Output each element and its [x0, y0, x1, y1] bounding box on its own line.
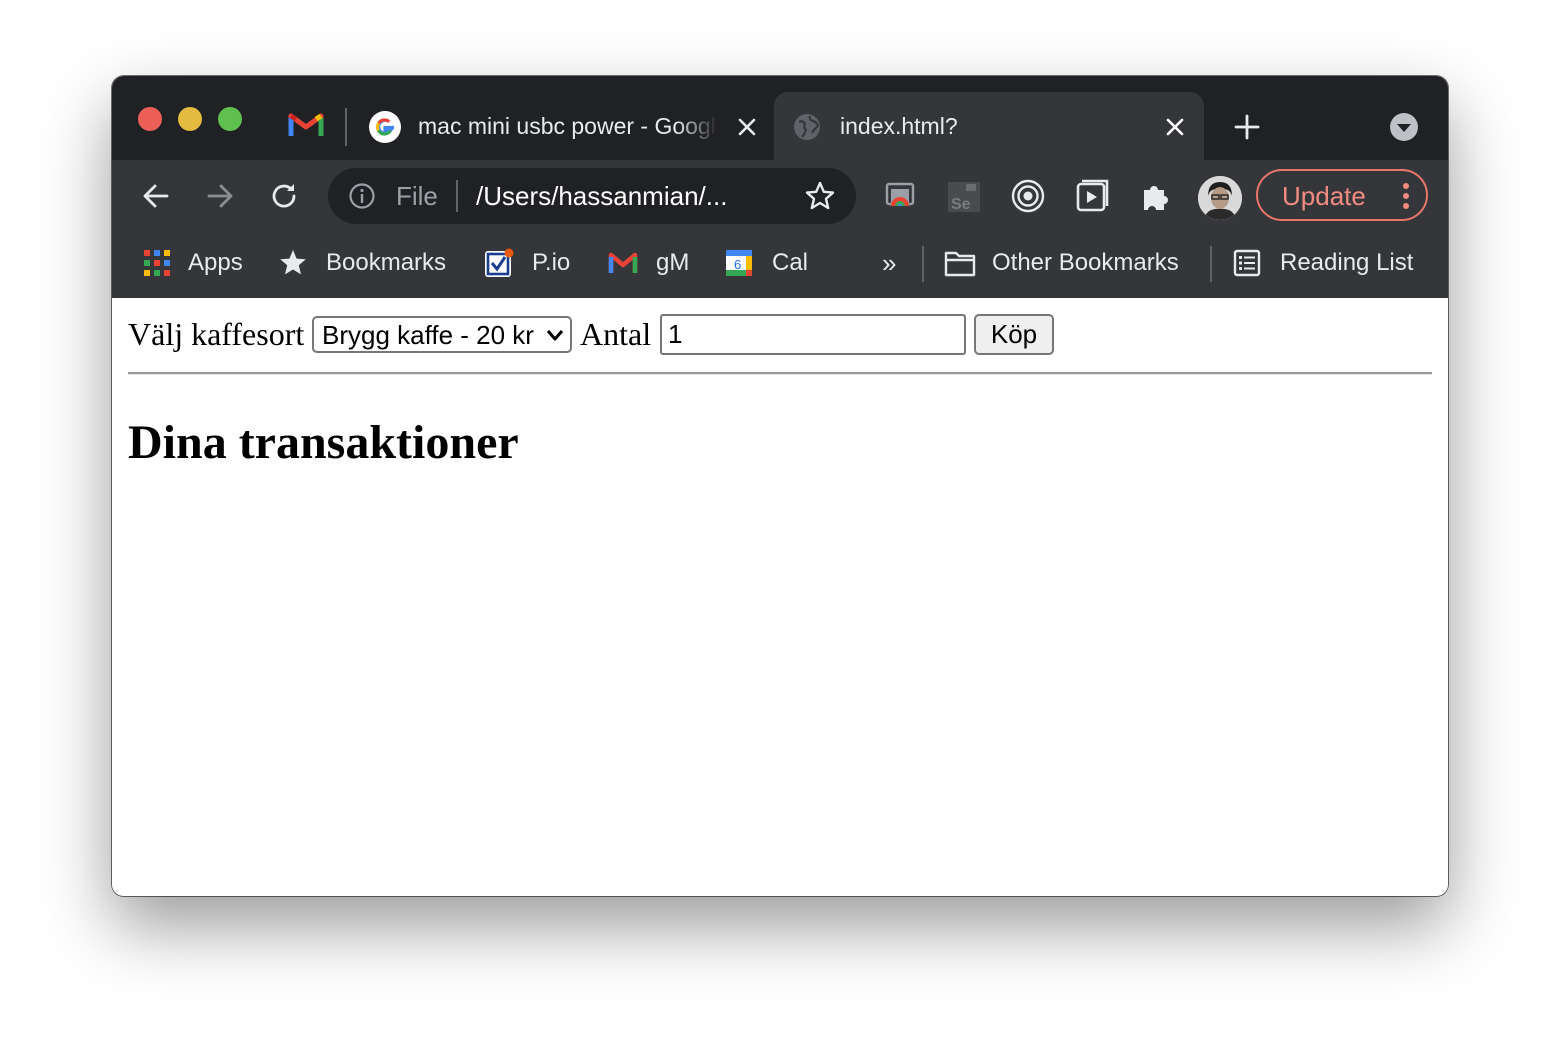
google-g-icon — [369, 111, 401, 143]
other-bookmarks-folder[interactable]: Other Bookmarks — [944, 246, 1194, 280]
svg-text:Se: Se — [951, 196, 971, 213]
bookmark-label: P.io — [532, 249, 571, 276]
calendar-icon: 6 — [726, 250, 752, 276]
new-tab-plus-icon[interactable] — [1234, 114, 1260, 140]
tab-search-chevron-icon[interactable] — [1389, 112, 1419, 142]
bookmarks-overflow-chevron[interactable]: » — [882, 246, 896, 280]
close-icon[interactable] — [1164, 116, 1186, 138]
reload-icon[interactable] — [268, 180, 300, 212]
omnibox-divider — [456, 180, 458, 212]
reading-list-label: Reading List — [1280, 249, 1414, 276]
puzzle-extensions-icon[interactable] — [1138, 178, 1174, 214]
apps-grid-icon — [144, 250, 170, 276]
back-arrow-icon[interactable] — [140, 180, 172, 212]
bookmarks-bar: Apps Bookmarks P.io gM 6 Cal » Other Boo… — [112, 232, 1448, 299]
coffee-type-label: Välj kaffesort — [128, 316, 305, 352]
calendar-day: 6 — [734, 257, 741, 272]
horizontal-rule — [128, 372, 1432, 375]
page-content: Välj kaffesort Brygg kaffe - 20 kr Antal… — [112, 298, 1448, 896]
bookmarks-separator — [922, 246, 924, 282]
bookmark-star-icon[interactable] — [804, 180, 836, 212]
cast-extension-icon[interactable] — [882, 178, 918, 214]
reading-list-button[interactable]: Reading List — [1232, 246, 1432, 280]
checkbox-app-icon — [485, 248, 514, 277]
zoom-window-button[interactable] — [218, 107, 242, 131]
coffee-type-selected: Brygg kaffe - 20 kr — [322, 320, 534, 350]
star-icon — [280, 250, 306, 275]
info-icon[interactable] — [348, 182, 376, 210]
folder-icon — [944, 251, 976, 277]
update-label: Update — [1282, 181, 1366, 211]
forward-arrow-icon[interactable] — [204, 180, 236, 212]
bookmark-bookmarks[interactable]: Bookmarks — [278, 246, 458, 280]
minimize-window-button[interactable] — [178, 107, 202, 131]
profile-avatar[interactable] — [1198, 176, 1242, 220]
url-text[interactable]: /Users/hassanmian/... — [476, 182, 727, 210]
selenium-extension-icon[interactable]: Se — [946, 178, 982, 214]
tab-title: index.html? — [840, 113, 958, 139]
close-icon[interactable] — [736, 116, 758, 138]
coffee-type-select[interactable]: Brygg kaffe - 20 kr — [312, 316, 572, 353]
quantity-input[interactable]: 1 — [660, 314, 966, 355]
buy-button[interactable]: Köp — [974, 314, 1054, 355]
bookmark-label: Bookmarks — [326, 249, 447, 276]
bookmark-pio[interactable]: P.io — [484, 246, 584, 280]
bookmark-cal[interactable]: 6 Cal — [724, 246, 814, 280]
tab-google-search[interactable]: mac mini usbc power - Google — [352, 92, 772, 160]
browser-toolbar: File /Users/hassanmian/... Se Update — [112, 160, 1448, 232]
gmail-icon — [288, 113, 324, 136]
profile-photo-icon — [1198, 176, 1242, 220]
bookmark-apps[interactable]: Apps — [142, 246, 252, 280]
transactions-heading: Dina transaktioner — [128, 416, 519, 469]
browser-window: mac mini usbc power - Google index.html? — [112, 76, 1448, 896]
update-button[interactable]: Update — [1256, 169, 1428, 221]
globe-icon — [794, 114, 820, 140]
tab-separator — [345, 108, 347, 146]
more-vertical-icon[interactable] — [1400, 181, 1412, 211]
close-window-button[interactable] — [138, 107, 162, 131]
tab-index-html[interactable]: index.html? — [774, 92, 1204, 160]
url-scheme-label: File — [396, 181, 438, 211]
quantity-label: Antal — [580, 316, 652, 352]
bookmark-label: Cal — [772, 249, 809, 276]
gmail-icon — [608, 252, 638, 273]
reading-list-icon — [1233, 249, 1261, 277]
video-player-extension-icon[interactable] — [1074, 178, 1110, 214]
bookmark-label: Apps — [188, 249, 243, 276]
target-extension-icon[interactable] — [1010, 178, 1046, 214]
tab-title: mac mini usbc power - Google — [418, 113, 718, 139]
pinned-tab-gmail[interactable] — [288, 110, 324, 138]
other-bookmarks-label: Other Bookmarks — [992, 249, 1179, 276]
address-bar[interactable]: File /Users/hassanmian/... — [328, 168, 856, 224]
bookmark-label: gM — [656, 249, 690, 276]
bookmarks-separator — [1210, 246, 1212, 282]
tab-strip: mac mini usbc power - Google index.html? — [112, 76, 1448, 160]
bookmark-gm[interactable]: gM — [608, 246, 698, 280]
chevron-down-icon — [546, 330, 564, 341]
